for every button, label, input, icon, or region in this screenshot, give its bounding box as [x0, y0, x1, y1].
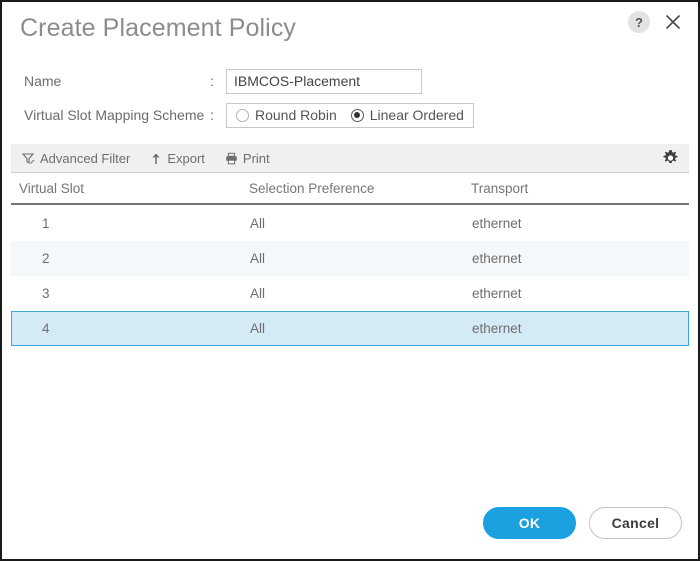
filter-icon	[22, 152, 35, 165]
form-row-name: Name :	[2, 64, 698, 98]
cell-transport: ethernet	[472, 216, 522, 231]
radio-option-linear-ordered[interactable]: Linear Ordered	[350, 107, 464, 123]
table-row[interactable]: 1 All ethernet	[11, 206, 689, 241]
radio-unchecked-icon	[236, 108, 249, 122]
cell-transport: ethernet	[472, 251, 522, 266]
print-label: Print	[242, 150, 270, 166]
export-label: Export	[167, 150, 205, 166]
cell-transport: ethernet	[472, 321, 522, 336]
table-row[interactable]: 3 All ethernet	[11, 276, 689, 311]
cell-virtual-slot: 2	[42, 251, 50, 266]
mapping-scheme-label: Virtual Slot Mapping Scheme	[24, 107, 205, 123]
name-input[interactable]	[226, 68, 422, 94]
ok-button[interactable]: OK	[483, 507, 576, 539]
cell-virtual-slot: 1	[42, 216, 50, 231]
mapping-scheme-radio-group: Round Robin Linear Ordered	[226, 102, 474, 128]
column-header-transport[interactable]: Transport	[471, 181, 689, 196]
radio-checked-icon	[350, 108, 364, 122]
radio-label-round-robin: Round Robin	[255, 107, 337, 123]
mapping-scheme-colon: :	[210, 107, 214, 123]
table-header-row: Virtual Slot Selection Preference Transp…	[11, 173, 689, 205]
page-title: Create Placement Policy	[20, 13, 297, 42]
help-icon[interactable]: ?	[628, 11, 650, 33]
table-row[interactable]: 2 All ethernet	[11, 241, 689, 276]
cell-virtual-slot: 3	[42, 286, 50, 301]
upload-arrow-icon	[150, 152, 162, 165]
table-row-selected[interactable]: 4 All ethernet	[11, 311, 689, 346]
titlebar-actions: ?	[628, 11, 684, 33]
name-colon: :	[210, 73, 214, 89]
close-icon[interactable]	[662, 11, 684, 33]
cell-selection-preference: All	[250, 321, 266, 336]
form-area: Name : Virtual Slot Mapping Scheme : Rou…	[2, 54, 698, 132]
export-button[interactable]: Export	[150, 151, 205, 166]
cancel-button[interactable]: Cancel	[589, 507, 682, 539]
name-label: Name	[24, 73, 62, 89]
cell-virtual-slot: 4	[42, 321, 50, 336]
dialog-footer: OK Cancel	[483, 507, 682, 539]
form-row-mapping-scheme: Virtual Slot Mapping Scheme : Round Robi…	[2, 98, 698, 132]
advanced-filter-button[interactable]: Advanced Filter	[22, 151, 130, 166]
printer-icon	[225, 152, 238, 165]
radio-option-round-robin[interactable]: Round Robin	[236, 107, 337, 123]
cell-selection-preference: All	[250, 286, 266, 301]
cell-selection-preference: All	[250, 216, 266, 231]
column-header-virtual-slot[interactable]: Virtual Slot	[19, 181, 249, 196]
cell-selection-preference: All	[250, 251, 266, 266]
cell-transport: ethernet	[472, 286, 522, 301]
gear-icon[interactable]	[662, 150, 679, 167]
column-header-selection-preference[interactable]: Selection Preference	[249, 181, 471, 196]
table-body: 1 All ethernet 2 All ethernet 3 All ethe…	[11, 205, 689, 346]
grid-toolbar: Advanced Filter Export Print	[11, 144, 689, 173]
advanced-filter-label: Advanced Filter	[40, 150, 131, 166]
virtual-slot-grid: Advanced Filter Export Print Virtual Slo…	[11, 144, 689, 346]
print-button[interactable]: Print	[225, 151, 270, 166]
dialog-titlebar: Create Placement Policy ?	[2, 2, 698, 54]
create-placement-policy-dialog: Create Placement Policy ? Name : Virtual…	[0, 0, 700, 561]
radio-label-linear-ordered: Linear Ordered	[369, 107, 464, 123]
